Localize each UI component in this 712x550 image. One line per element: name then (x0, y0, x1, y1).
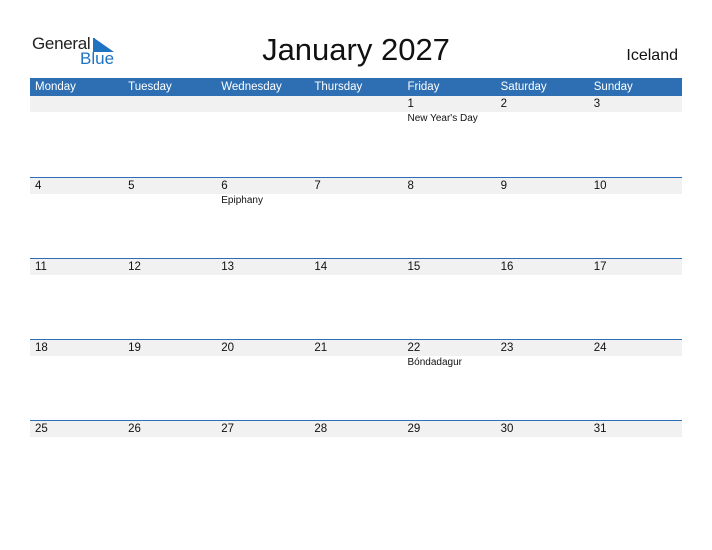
calendar-title: January 2027 (262, 32, 450, 67)
weekday-monday: Monday (35, 81, 76, 93)
day-number: 21 (314, 342, 328, 354)
holiday-label (123, 194, 216, 208)
day-number-row: 1 2 3 (30, 96, 682, 112)
day-number (30, 96, 123, 112)
holiday-label (309, 194, 402, 208)
day-number-row: 11 12 13 14 15 16 17 (30, 259, 682, 275)
day-number-row: 18 19 20 21 22 23 24 (30, 340, 682, 356)
weekday-thursday: Thursday (314, 81, 363, 93)
holiday-label (216, 112, 309, 126)
day-number: 23 (500, 342, 514, 354)
weekday-wednesday: Wednesday (221, 81, 282, 93)
day-number: 24 (593, 342, 607, 354)
weekday-sunday: Sunday (593, 81, 633, 93)
day-number: 4 (35, 180, 42, 192)
week-row: 1 2 3 New Year's Day (30, 96, 682, 176)
event-row: Epiphany (30, 194, 682, 208)
day-number: 6 (221, 180, 228, 192)
day-number: 18 (35, 342, 48, 354)
day-number: 14 (314, 261, 328, 273)
day-number: 7 (314, 180, 321, 192)
holiday-label: Bóndadagur (407, 357, 463, 368)
weekday-friday: Friday (407, 81, 440, 93)
holiday-label (123, 356, 216, 370)
day-number: 13 (221, 261, 235, 273)
holiday-label (403, 194, 496, 208)
day-number: 30 (500, 423, 514, 435)
holiday-label: Epiphany (221, 195, 263, 206)
day-number: 28 (314, 423, 328, 435)
holiday-label (309, 356, 402, 370)
holiday-label (30, 112, 123, 126)
holiday-label (30, 356, 123, 370)
weekday-tuesday: Tuesday (128, 81, 172, 93)
country-label: Iceland (626, 47, 678, 64)
day-number: 22 (407, 342, 421, 354)
day-number: 10 (593, 180, 607, 192)
event-row: New Year's Day (30, 112, 682, 126)
day-number (309, 96, 402, 112)
day-number: 20 (221, 342, 235, 354)
day-number: 5 (128, 180, 135, 192)
day-number: 27 (221, 423, 235, 435)
day-number: 1 (407, 98, 414, 110)
day-number: 9 (500, 180, 508, 192)
weekday-header: Monday Tuesday Wednesday Thursday Friday… (30, 78, 682, 96)
holiday-label (309, 112, 402, 126)
day-number: 26 (128, 423, 141, 435)
holiday-label (123, 112, 216, 126)
holiday-label (216, 356, 309, 370)
day-number: 25 (35, 423, 48, 435)
week-row: 11 12 13 14 15 16 17 (30, 258, 682, 338)
holiday-label (30, 194, 123, 208)
holiday-label (589, 112, 682, 126)
day-number: 15 (407, 261, 421, 273)
day-number: 19 (128, 342, 141, 354)
day-number (216, 96, 309, 112)
day-number (123, 96, 216, 112)
day-number: 3 (593, 98, 601, 110)
day-number: 12 (128, 261, 141, 273)
week-row: 25 26 27 28 29 30 31 (30, 420, 682, 500)
day-number: 17 (593, 261, 607, 273)
holiday-label (496, 112, 589, 126)
day-number: 8 (407, 180, 414, 192)
day-number: 31 (593, 423, 607, 435)
holiday-label: New Year's Day (407, 113, 478, 124)
day-number: 11 (35, 261, 47, 273)
week-row: 18 19 20 21 22 23 24 Bóndadagur (30, 339, 682, 419)
day-number: 2 (500, 98, 508, 110)
event-row: Bóndadagur (30, 356, 682, 370)
day-number: 16 (500, 261, 514, 273)
holiday-label (496, 356, 589, 370)
holiday-label (589, 356, 682, 370)
weekday-saturday: Saturday (500, 81, 547, 93)
holiday-label (496, 194, 589, 208)
day-number-row: 25 26 27 28 29 30 31 (30, 421, 682, 437)
week-row: 4 5 6 7 8 9 10 Epiphany (30, 177, 682, 257)
day-number-row: 4 5 6 7 8 9 10 (30, 178, 682, 194)
holiday-label (589, 194, 682, 208)
day-number: 29 (407, 423, 421, 435)
